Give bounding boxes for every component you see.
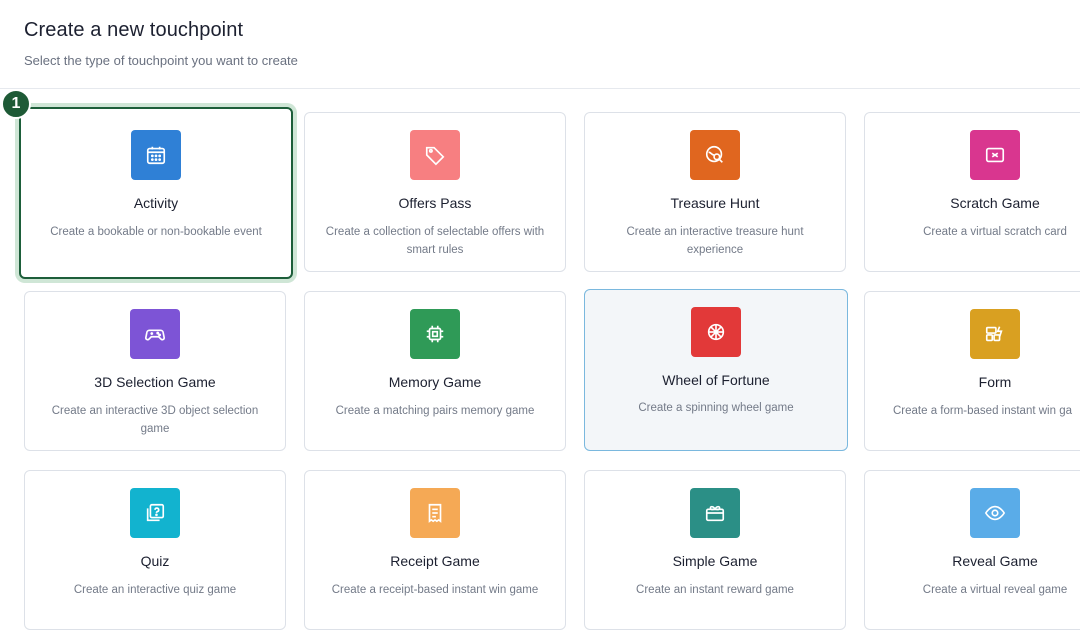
selection-number-badge: 1	[1, 89, 31, 119]
card-description: Create a collection of selectable offers…	[325, 226, 545, 256]
card-description: Create a spinning wheel game	[638, 402, 794, 414]
page-subtitle: Select the type of touchpoint you want t…	[24, 53, 298, 68]
page-header: Create a new touchpoint Select the type …	[0, 0, 1080, 89]
card-title: Offers Pass	[398, 195, 472, 211]
touchpoint-card-offers-pass[interactable]: Offers Pass Create a collection of selec…	[304, 112, 566, 272]
card-title: Scratch Game	[950, 195, 1040, 211]
gamepad-icon	[130, 309, 180, 359]
touchpoint-card-memory-game[interactable]: Memory Game Create a matching pairs memo…	[304, 291, 566, 451]
quiz-icon	[130, 488, 180, 538]
card-title: Activity	[133, 195, 179, 211]
card-description: Create a virtual scratch card	[923, 226, 1067, 238]
form-icon	[970, 309, 1020, 359]
card-title: Wheel of Fortune	[662, 372, 770, 388]
card-description: Create a receipt-based instant win game	[331, 584, 539, 596]
card-title: Receipt Game	[390, 553, 480, 569]
touchpoint-card-simple-game[interactable]: Simple Game Create an instant reward gam…	[584, 470, 846, 630]
card-description: Create a virtual reveal game	[922, 584, 1068, 596]
eye-icon	[970, 488, 1020, 538]
tag-icon	[410, 130, 460, 180]
gift-icon	[690, 488, 740, 538]
card-description: Create an interactive 3D object selectio…	[51, 405, 259, 435]
wheel-icon	[691, 307, 741, 357]
touchpoint-card-receipt-game[interactable]: Receipt Game Create a receipt-based inst…	[304, 470, 566, 630]
touchpoint-card-activity[interactable]: Activity Create a bookable or non-bookab…	[19, 107, 293, 279]
receipt-icon	[410, 488, 460, 538]
touchpoint-card-form[interactable]: Form Create a form-based instant win ga	[864, 291, 1080, 451]
touchpoint-card-treasure-hunt[interactable]: Treasure Hunt Create an interactive trea…	[584, 112, 846, 272]
card-description: Create an interactive quiz game	[73, 584, 237, 596]
card-title: Treasure Hunt	[670, 195, 760, 211]
page-title: Create a new touchpoint	[24, 19, 244, 41]
card-title: Simple Game	[672, 553, 758, 569]
card-title: 3D Selection Game	[94, 374, 216, 390]
globe-search-icon	[690, 130, 740, 180]
card-title: Quiz	[140, 553, 170, 569]
card-title: Reveal Game	[952, 553, 1038, 569]
card-description: Create a form-based instant win ga	[893, 405, 1072, 417]
touchpoint-card-scratch-game[interactable]: Scratch Game Create a virtual scratch ca…	[864, 112, 1080, 272]
card-title: Memory Game	[388, 374, 482, 390]
touchpoint-card-reveal-game[interactable]: Reveal Game Create a virtual reveal game	[864, 470, 1080, 630]
card-description: Create an interactive treasure hunt expe…	[626, 226, 804, 256]
card-description: Create a matching pairs memory game	[335, 405, 535, 417]
chip-icon	[410, 309, 460, 359]
touchpoint-card-quiz[interactable]: Quiz Create an interactive quiz game	[24, 470, 286, 630]
card-description: Create a bookable or non-bookable event	[50, 226, 262, 238]
ticket-icon	[970, 130, 1020, 180]
touchpoint-card-3d-selection-game[interactable]: 3D Selection Game Create an interactive …	[24, 291, 286, 451]
calendar-icon	[131, 130, 181, 180]
touchpoint-card-wheel-of-fortune[interactable]: Wheel of Fortune Create a spinning wheel…	[584, 289, 848, 451]
card-description: Create an instant reward game	[636, 584, 794, 596]
card-title: Form	[978, 374, 1012, 390]
